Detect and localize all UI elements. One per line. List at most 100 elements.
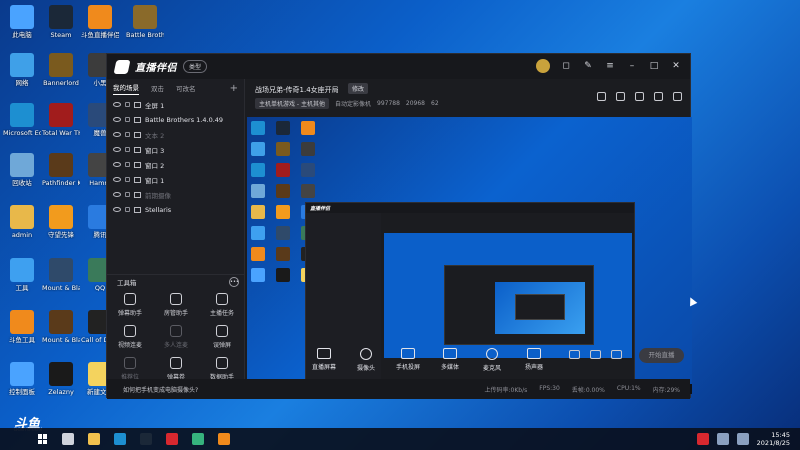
toolbox-item[interactable]: 房管助手 (153, 293, 199, 317)
start-button[interactable] (38, 434, 48, 444)
tab-double-click[interactable]: 双击 (151, 83, 164, 93)
phone-cast-button[interactable]: 手机投屏 (391, 348, 425, 372)
desktop-icon-label: Bannerlord (43, 79, 79, 87)
toolbox-item[interactable]: 弹幕助手 (107, 293, 153, 317)
mode-pill[interactable]: 类型 (183, 60, 208, 73)
visibility-eye-icon[interactable] (113, 177, 121, 182)
scene-item[interactable]: Stellaris (107, 202, 244, 217)
visibility-eye-icon[interactable] (113, 117, 121, 122)
visibility-eye-icon[interactable] (113, 162, 121, 167)
toolbox-item[interactable]: 推荐位 (107, 357, 153, 381)
settings-icon[interactable] (611, 350, 622, 359)
screen-capture-button[interactable]: 直播屏幕 (307, 348, 341, 372)
lock-icon[interactable] (125, 192, 130, 197)
speaker-label: 扬声器 (524, 364, 543, 371)
message-icon[interactable]: ◻ (560, 60, 572, 72)
visibility-eye-icon[interactable] (113, 192, 121, 197)
desktop-icon[interactable]: admin (3, 205, 41, 239)
lock-icon[interactable] (125, 162, 130, 167)
desktop-icon[interactable]: 回收站 (3, 153, 41, 187)
desktop-icon[interactable]: 工具 (3, 258, 41, 292)
taskbar-wps-icon[interactable] (166, 433, 178, 445)
speaker-button[interactable]: 扬声器 (517, 348, 551, 372)
tab-my-scenes[interactable]: 我的场景 (113, 82, 139, 95)
desktop-icon[interactable]: Zelazny (42, 362, 80, 396)
desktop-app-icon (10, 362, 34, 386)
feedback-icon[interactable]: ✎ (582, 60, 594, 72)
scene-item[interactable]: 文本 2 (107, 127, 244, 142)
toolbox-item[interactable]: 视频连麦 (107, 325, 153, 349)
taskbar-steam-icon[interactable] (140, 433, 152, 445)
toolbox-item[interactable]: 误弹屏 (199, 325, 245, 349)
toolbox-item[interactable]: 数据助手 (199, 357, 245, 381)
category-tag[interactable]: 主机单机游戏 - 主机其他 (255, 98, 329, 109)
edit-title-button[interactable]: 修改 (348, 83, 369, 94)
camera-icon[interactable] (569, 350, 580, 359)
crop-icon[interactable] (635, 92, 644, 101)
visibility-eye-icon[interactable] (113, 132, 121, 137)
toolbox-item[interactable]: 弹幕卷 (153, 357, 199, 381)
desktop-icon[interactable]: Pathfinder Kingmaker (42, 153, 80, 187)
scene-item[interactable]: 全屏 1 (107, 97, 244, 112)
add-scene-icon[interactable]: + (230, 83, 238, 94)
minimize-icon[interactable]: – (626, 60, 638, 72)
lock-icon[interactable] (125, 147, 130, 152)
desktop-app-icon (49, 5, 73, 29)
taskbar-edge-icon[interactable] (114, 433, 126, 445)
more-icon[interactable]: ••• (229, 277, 239, 287)
toolbox-item[interactable]: 多人连麦 (153, 325, 199, 349)
lock-icon[interactable] (125, 177, 130, 182)
taskbar-apps (48, 433, 230, 445)
desktop-icon[interactable]: Bannerlord (42, 53, 80, 87)
bell-icon[interactable] (654, 92, 663, 101)
multimedia-button[interactable]: 多媒体 (433, 348, 467, 372)
clock[interactable]: 15:45 2021/8/25 (757, 431, 790, 447)
lock-icon[interactable] (125, 207, 130, 212)
desktop-icon[interactable]: 网络 (3, 53, 41, 87)
scene-item[interactable]: Battle Brothers 1.4.0.49 (107, 112, 244, 127)
scene-item[interactable]: 窗口 2 (107, 157, 244, 172)
scene-item[interactable]: 窗口 3 (107, 142, 244, 157)
visibility-eye-icon[interactable] (113, 102, 121, 107)
lock-icon[interactable] (125, 117, 130, 122)
toolbox-item[interactable]: 主播任务 (199, 293, 245, 317)
taskbar-task-view-icon[interactable] (62, 433, 74, 445)
network-icon[interactable] (716, 433, 729, 445)
taskbar-file-explorer-icon[interactable] (88, 433, 100, 445)
desktop-icon[interactable]: 斗鱼直播伴侣 (81, 5, 119, 39)
close-icon[interactable]: ✕ (670, 60, 682, 72)
preview-desktop-icon (276, 226, 290, 240)
desktop-icon[interactable]: Microsoft Edge (3, 103, 41, 137)
tab-rename[interactable]: 可改名 (176, 83, 196, 93)
eye-icon[interactable] (590, 350, 601, 359)
desktop-icon[interactable]: Battle Brothers (126, 5, 164, 39)
microphone-button[interactable]: 麦克风 (475, 348, 509, 372)
camera-button[interactable]: 摄像头 (349, 348, 383, 372)
maximize-icon[interactable]: □ (648, 60, 660, 72)
visibility-eye-icon[interactable] (113, 147, 121, 152)
share-icon[interactable] (673, 92, 682, 101)
camera-hint-link[interactable]: 如何把手机变成电脑摄像头? (123, 385, 198, 394)
lock-icon[interactable] (125, 102, 130, 107)
desktop-icon[interactable]: Mount & Blade Warb (42, 310, 80, 344)
desktop-icon[interactable]: 守望先锋 (42, 205, 80, 239)
scene-item[interactable]: 前期摄像 (107, 187, 244, 202)
volume-icon[interactable] (736, 433, 749, 445)
lock-icon[interactable] (125, 132, 130, 137)
avatar[interactable] (536, 59, 550, 73)
start-live-button[interactable]: 开始直播 (639, 348, 684, 363)
scene-item[interactable]: 窗口 1 (107, 172, 244, 187)
desktop-icon[interactable]: 控制面板 (3, 362, 41, 396)
taskbar-browser-icon[interactable] (192, 433, 204, 445)
desktop-icon[interactable]: 斗鱼工具 (3, 310, 41, 344)
desktop-icon[interactable]: Mount & Blade II (42, 258, 80, 292)
desktop-icon[interactable]: Total War THREE KI (42, 103, 80, 137)
record-icon[interactable] (616, 92, 625, 101)
taskbar-douyu-icon[interactable] (218, 433, 230, 445)
tray-app-icon[interactable] (696, 433, 709, 445)
menu-icon[interactable]: ≡ (604, 60, 616, 72)
lock-icon[interactable] (597, 92, 606, 101)
desktop-icon[interactable]: Steam (42, 5, 80, 39)
visibility-eye-icon[interactable] (113, 207, 121, 212)
desktop-icon[interactable]: 此电脑 (3, 5, 41, 39)
